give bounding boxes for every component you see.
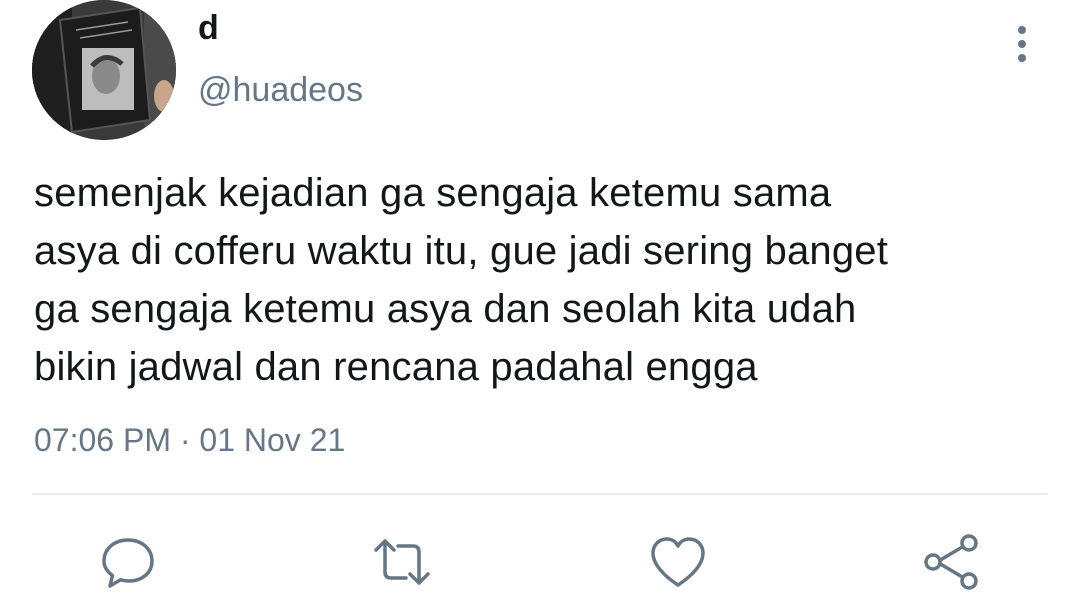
more-vertical-icon[interactable] <box>1004 22 1040 66</box>
avatar[interactable] <box>32 0 176 140</box>
share-icon[interactable] <box>922 532 982 592</box>
heart-icon[interactable] <box>648 532 708 592</box>
reply-icon[interactable] <box>98 532 158 592</box>
tweet-line: ga sengaja ketemu asya dan seolah kita u… <box>34 287 857 331</box>
tweet-line: semenjak kejadian ga sengaja ketemu sama <box>34 171 832 215</box>
tweet-timestamp[interactable]: 07:06 PM · 01 Nov 21 <box>34 420 345 460</box>
tweet-line: asya di cofferu waktu itu, gue jadi seri… <box>34 229 889 273</box>
divider <box>32 493 1048 495</box>
user-handle[interactable]: @huadeos <box>198 70 363 110</box>
tweet-text: semenjak kejadian ga sengaja ketemu sama… <box>34 164 1044 396</box>
tweet-line: bikin jadwal dan rencana padahal engga <box>34 345 758 389</box>
retweet-icon[interactable] <box>372 532 432 592</box>
display-name[interactable]: d <box>198 8 219 48</box>
